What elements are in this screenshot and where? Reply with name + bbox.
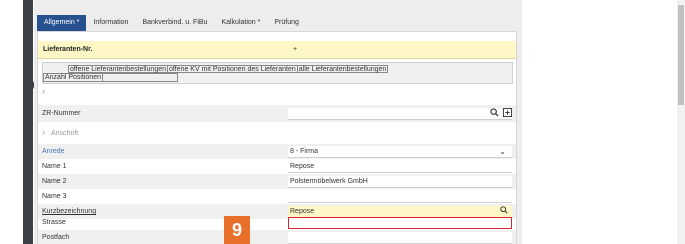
kurzbezeichnung-value: Repose <box>290 208 315 215</box>
name1-row: Name 1 Repose <box>38 159 516 174</box>
chevron-down-icon[interactable]: ⌄ <box>499 146 506 157</box>
section-anschrift[interactable]: › Anschrift <box>38 126 516 141</box>
name2-label: Name 2 <box>42 178 67 185</box>
name3-field[interactable] <box>288 191 512 203</box>
name1-field[interactable]: Repose <box>288 161 512 173</box>
zr-number-row: ZR-Nummer <box>38 105 516 122</box>
expand-row[interactable]: › <box>38 84 516 99</box>
postfach-row: Postfach <box>38 230 516 244</box>
anrede-row: Anrede 8 - Firma ⌄ <box>38 144 516 159</box>
section-anschrift-label: Anschrift <box>51 130 79 137</box>
postfach-label: Postfach <box>42 234 70 241</box>
zr-number-field[interactable] <box>288 108 512 120</box>
name3-label: Name 3 <box>42 193 67 200</box>
supplier-number-label: Lieferanten-Nr. <box>43 46 93 53</box>
scrollbar-thumb[interactable] <box>678 5 684 105</box>
table-header-row: offene Lieferantenbestellungen offene KV… <box>68 65 389 73</box>
anrede-select[interactable]: 8 - Firma ⌄ <box>288 146 512 158</box>
name2-row: Name 2 Polstermöbelwerk GmbH <box>38 174 516 189</box>
search-icon[interactable] <box>490 108 499 119</box>
supplier-number-value[interactable]: + <box>293 41 297 59</box>
zr-number-label: ZR-Nummer <box>42 110 81 117</box>
add-icon[interactable] <box>503 108 512 119</box>
tab-pruefung[interactable]: Prüfung <box>267 15 306 31</box>
col-all-orders: alle Lieferantenbestellungen <box>296 66 389 73</box>
strasse-row: Strasse <box>38 215 516 230</box>
col-open-orders: offene Lieferantenbestellungen <box>68 66 167 73</box>
tab-bar: Allgemein * Information Bankverbind. u. … <box>37 15 306 31</box>
name1-label: Name 1 <box>42 163 67 170</box>
tab-bankverbindung[interactable]: Bankverbind. u. FiBu <box>135 15 214 31</box>
col-open-kv: offene KV mit Positionen des Lieferanten <box>167 66 296 73</box>
row-label-positions: Anzahl Positionen <box>43 73 104 82</box>
strasse-label: Strasse <box>42 219 66 226</box>
anrede-label: Anrede <box>42 148 65 155</box>
strasse-field[interactable] <box>288 217 512 229</box>
supplier-orders-table: offene Lieferantenbestellungen offene KV… <box>42 62 513 84</box>
table-row: Anzahl Positionen <box>43 73 179 82</box>
tab-information[interactable]: Information <box>86 15 135 31</box>
left-sidebar-strip <box>23 0 33 244</box>
chevron-right-icon[interactable]: › <box>42 86 45 96</box>
chevron-right-icon[interactable]: › <box>42 127 45 137</box>
form-area: Lieferanten-Nr. + offene Lieferantenbest… <box>37 31 517 244</box>
table-cell-empty <box>103 73 179 82</box>
name3-row: Name 3 <box>38 189 516 204</box>
anrede-value: 8 - Firma <box>290 148 318 155</box>
postfach-field[interactable] <box>288 232 512 244</box>
tab-kalkulation[interactable]: Kalkulation * <box>214 15 267 31</box>
supplier-number-row: Lieferanten-Nr. + <box>38 41 516 59</box>
name2-field[interactable]: Polstermöbelwerk GmbH <box>288 176 512 188</box>
supplier-form-panel: Allgemein * Information Bankverbind. u. … <box>34 0 522 244</box>
tab-allgemein[interactable]: Allgemein * <box>37 15 87 31</box>
step-number-badge: 9 <box>224 216 250 244</box>
